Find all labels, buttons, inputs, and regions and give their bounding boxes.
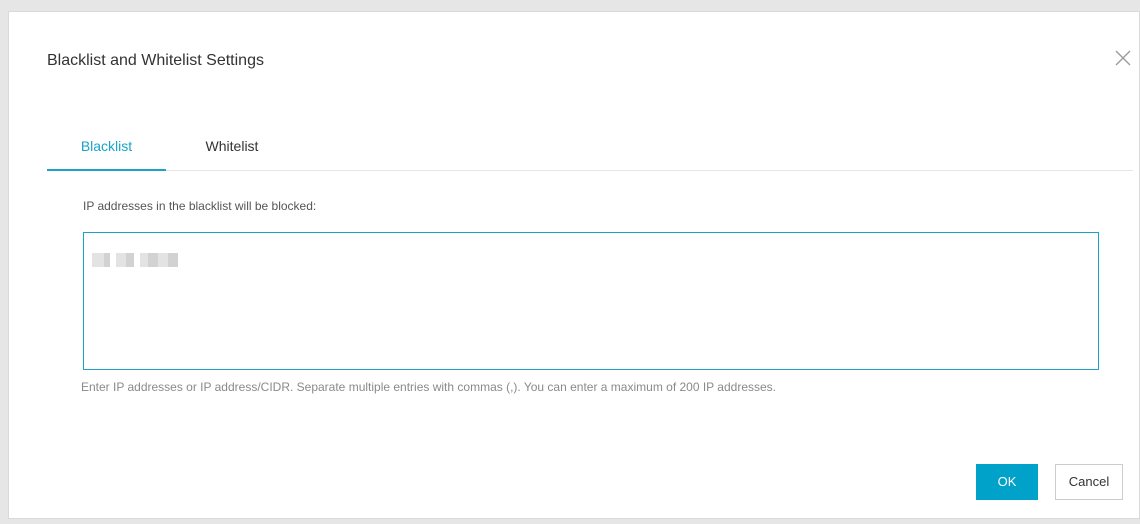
dialog-title: Blacklist and Whitelist Settings — [47, 52, 264, 69]
tab-whitelist[interactable]: Whitelist — [187, 130, 277, 169]
blacklist-ip-textarea[interactable] — [83, 232, 1099, 370]
ok-button[interactable]: OK — [976, 464, 1038, 500]
close-button[interactable] — [1113, 48, 1133, 68]
close-icon — [1115, 50, 1131, 66]
blacklist-help-text: Enter IP addresses or IP address/CIDR. S… — [81, 380, 776, 394]
blacklist-whitelist-dialog: Blacklist and Whitelist Settings Blackli… — [8, 11, 1140, 519]
blacklist-field-label: IP addresses in the blacklist will be bl… — [83, 199, 317, 213]
settings-tabs: Blacklist Whitelist — [47, 130, 1133, 171]
cancel-button[interactable]: Cancel — [1055, 464, 1123, 500]
tab-blacklist[interactable]: Blacklist — [47, 130, 166, 171]
